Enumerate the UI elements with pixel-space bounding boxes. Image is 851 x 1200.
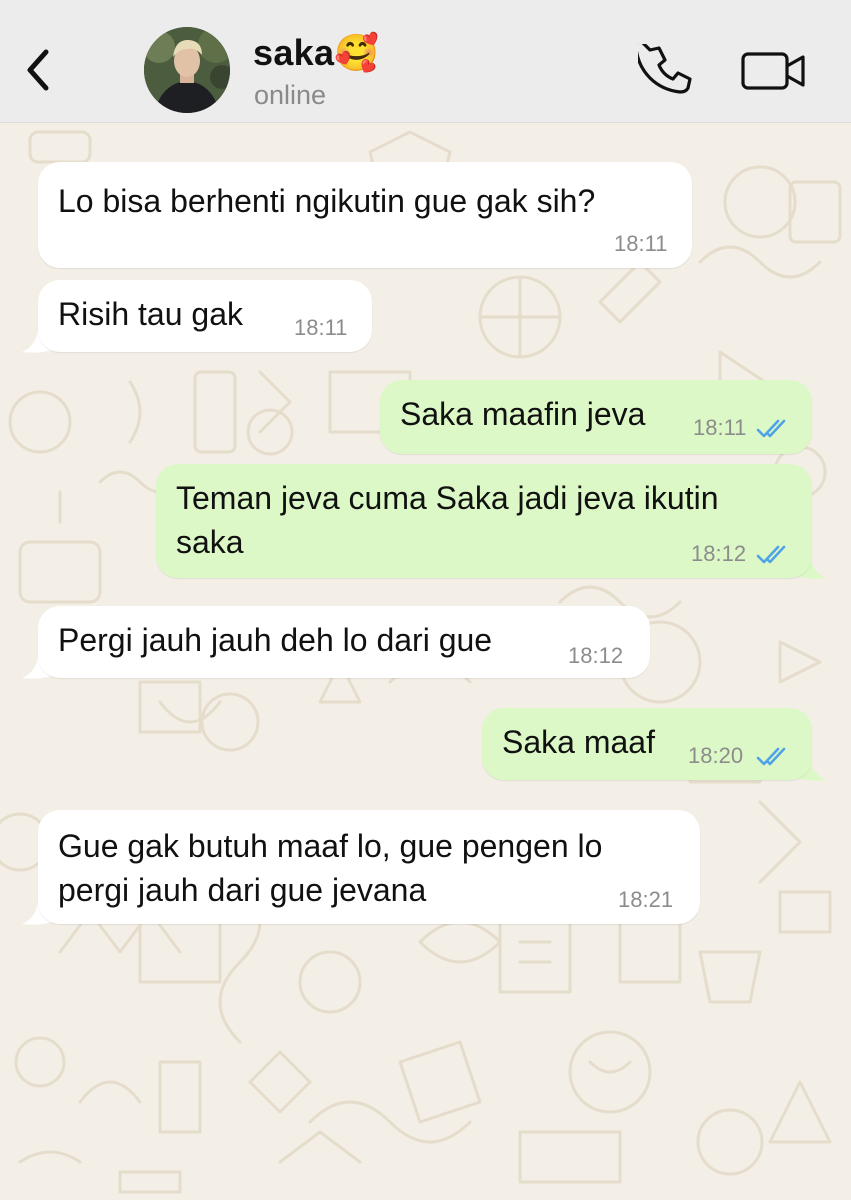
message-bubble-incoming[interactable]: Gue gak butuh maaf lo, gue pengen lo per…: [38, 810, 700, 924]
contact-status: online: [254, 80, 327, 110]
message-bubble-incoming[interactable]: Risih tau gak 18:11: [38, 280, 372, 352]
message-text: Saka maaf: [502, 724, 655, 760]
message-text-line: Gue gak butuh maaf lo, gue pengen lo: [58, 828, 603, 864]
message-time: 18:12: [568, 643, 624, 668]
message-text-line: pergi jauh dari gue jevana: [58, 872, 427, 908]
message-bubble-incoming[interactable]: Pergi jauh jauh deh lo dari gue 18:12: [38, 606, 650, 678]
contact-name[interactable]: saka🥰: [253, 32, 379, 74]
message-text: Gue gak butuh maaf lo, gue pengen lo per…: [58, 824, 602, 912]
video-camera-icon[interactable]: [740, 48, 806, 94]
chat-header: saka🥰 online: [0, 0, 851, 123]
message-time: 18:11: [693, 415, 747, 440]
message-text: Pergi jauh jauh deh lo dari gue: [58, 622, 493, 658]
double-check-icon: [756, 545, 786, 564]
phone-icon[interactable]: [638, 44, 692, 98]
message-text-line: Teman jeva cuma Saka jadi jeva ikutin: [176, 480, 719, 516]
message-text: Teman jeva cuma Saka jadi jeva ikutin sa…: [176, 476, 719, 564]
message-text-line: saka: [176, 524, 244, 560]
message-bubble-incoming[interactable]: Lo bisa berhenti ngikutin gue gak sih? 1…: [38, 162, 692, 268]
message-bubble-outgoing[interactable]: Teman jeva cuma Saka jadi jeva ikutin sa…: [156, 464, 812, 578]
message-time: 18:11: [294, 315, 348, 340]
message-time: 18:12: [691, 541, 747, 566]
message-time: 18:21: [618, 887, 674, 912]
message-bubble-outgoing[interactable]: Saka maafin jeva 18:11: [380, 380, 812, 454]
double-check-icon: [756, 419, 786, 438]
message-text: Lo bisa berhenti ngikutin gue gak sih?: [58, 183, 596, 219]
message-text: Saka maafin jeva: [400, 396, 646, 432]
message-bubble-outgoing[interactable]: Saka maaf 18:20: [482, 708, 812, 780]
message-time: 18:20: [688, 743, 744, 768]
avatar[interactable]: [144, 27, 230, 113]
message-text: Risih tau gak: [58, 296, 243, 332]
chevron-left-icon[interactable]: [22, 46, 54, 94]
double-check-icon: [756, 747, 786, 766]
message-time: 18:11: [614, 231, 668, 256]
avatar-photo: [144, 27, 230, 113]
